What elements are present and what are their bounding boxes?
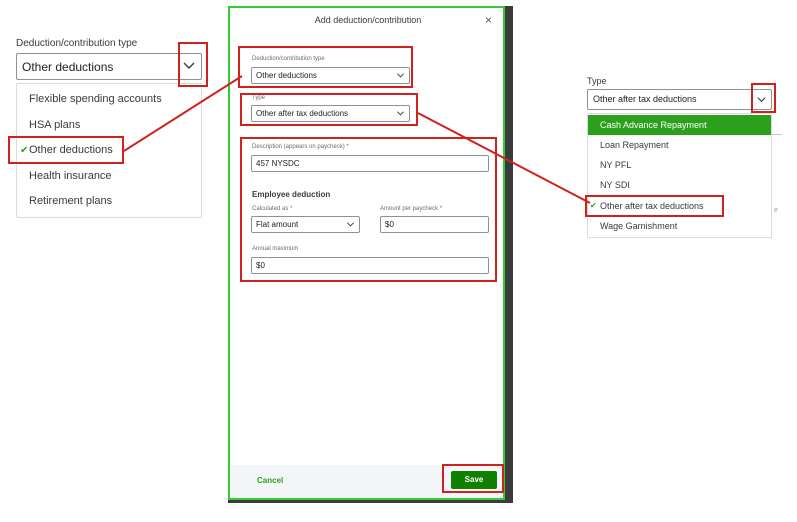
left-type-select[interactable]: Other deductions: [16, 53, 202, 80]
left-option-health-insurance[interactable]: Health insurance: [17, 170, 201, 186]
right-type-select[interactable]: Other after tax deductions: [587, 89, 772, 110]
right-option-loan-repayment[interactable]: Loan Repayment: [588, 135, 771, 155]
annotation-box-other-deductions: [8, 136, 124, 164]
right-option-ny-pfl[interactable]: NY PFL: [588, 155, 771, 175]
option-label: Wage Garnishment: [600, 221, 678, 231]
option-label: Health insurance: [29, 170, 112, 182]
annotation-box-other-after-tax: [585, 195, 724, 217]
left-option-hsa-plans[interactable]: HSA plans: [17, 119, 201, 135]
close-icon[interactable]: ×: [485, 13, 497, 27]
option-label: Cash Advance Repayment: [600, 120, 707, 130]
annotation-box-left-chevron: [178, 42, 208, 87]
right-type-options-list: Cash Advance Repayment Loan Repayment NY…: [587, 113, 772, 238]
modal-shadow: [505, 6, 513, 500]
right-option-ny-sdi[interactable]: NY SDI: [588, 175, 771, 195]
annotation-box-save: [442, 464, 504, 493]
annotation-box-right-chevron: [751, 83, 776, 113]
background-fragment: e: [774, 207, 778, 214]
option-label: Retirement plans: [29, 195, 113, 207]
option-label: Flexible spending accounts: [29, 93, 162, 105]
option-label: NY SDI: [600, 180, 630, 190]
modal-title: Add deduction/contribution: [314, 15, 422, 25]
right-type-select-value: Other after tax deductions: [593, 94, 697, 104]
background-divider: [772, 134, 782, 135]
option-label: HSA plans: [29, 119, 81, 131]
option-label: Loan Repayment: [600, 140, 669, 150]
modal-shadow: [228, 500, 513, 503]
option-label: NY PFL: [600, 160, 632, 170]
annotation-box-modal-fields: [240, 137, 497, 282]
annotation-box-modal-type: [240, 93, 418, 126]
left-type-label: Deduction/contribution type: [16, 38, 138, 49]
right-type-label: Type: [587, 76, 607, 86]
right-option-wage-garnishment[interactable]: Wage Garnishment: [588, 216, 771, 236]
left-option-retirement-plans[interactable]: Retirement plans: [17, 195, 201, 211]
left-option-flexible-spending[interactable]: Flexible spending accounts: [17, 93, 201, 109]
right-option-cash-advance-repayment[interactable]: Cash Advance Repayment: [588, 115, 771, 135]
cancel-button[interactable]: Cancel: [257, 476, 283, 485]
annotation-box-modal-type-select: [238, 46, 413, 88]
left-type-select-value: Other deductions: [22, 60, 114, 74]
